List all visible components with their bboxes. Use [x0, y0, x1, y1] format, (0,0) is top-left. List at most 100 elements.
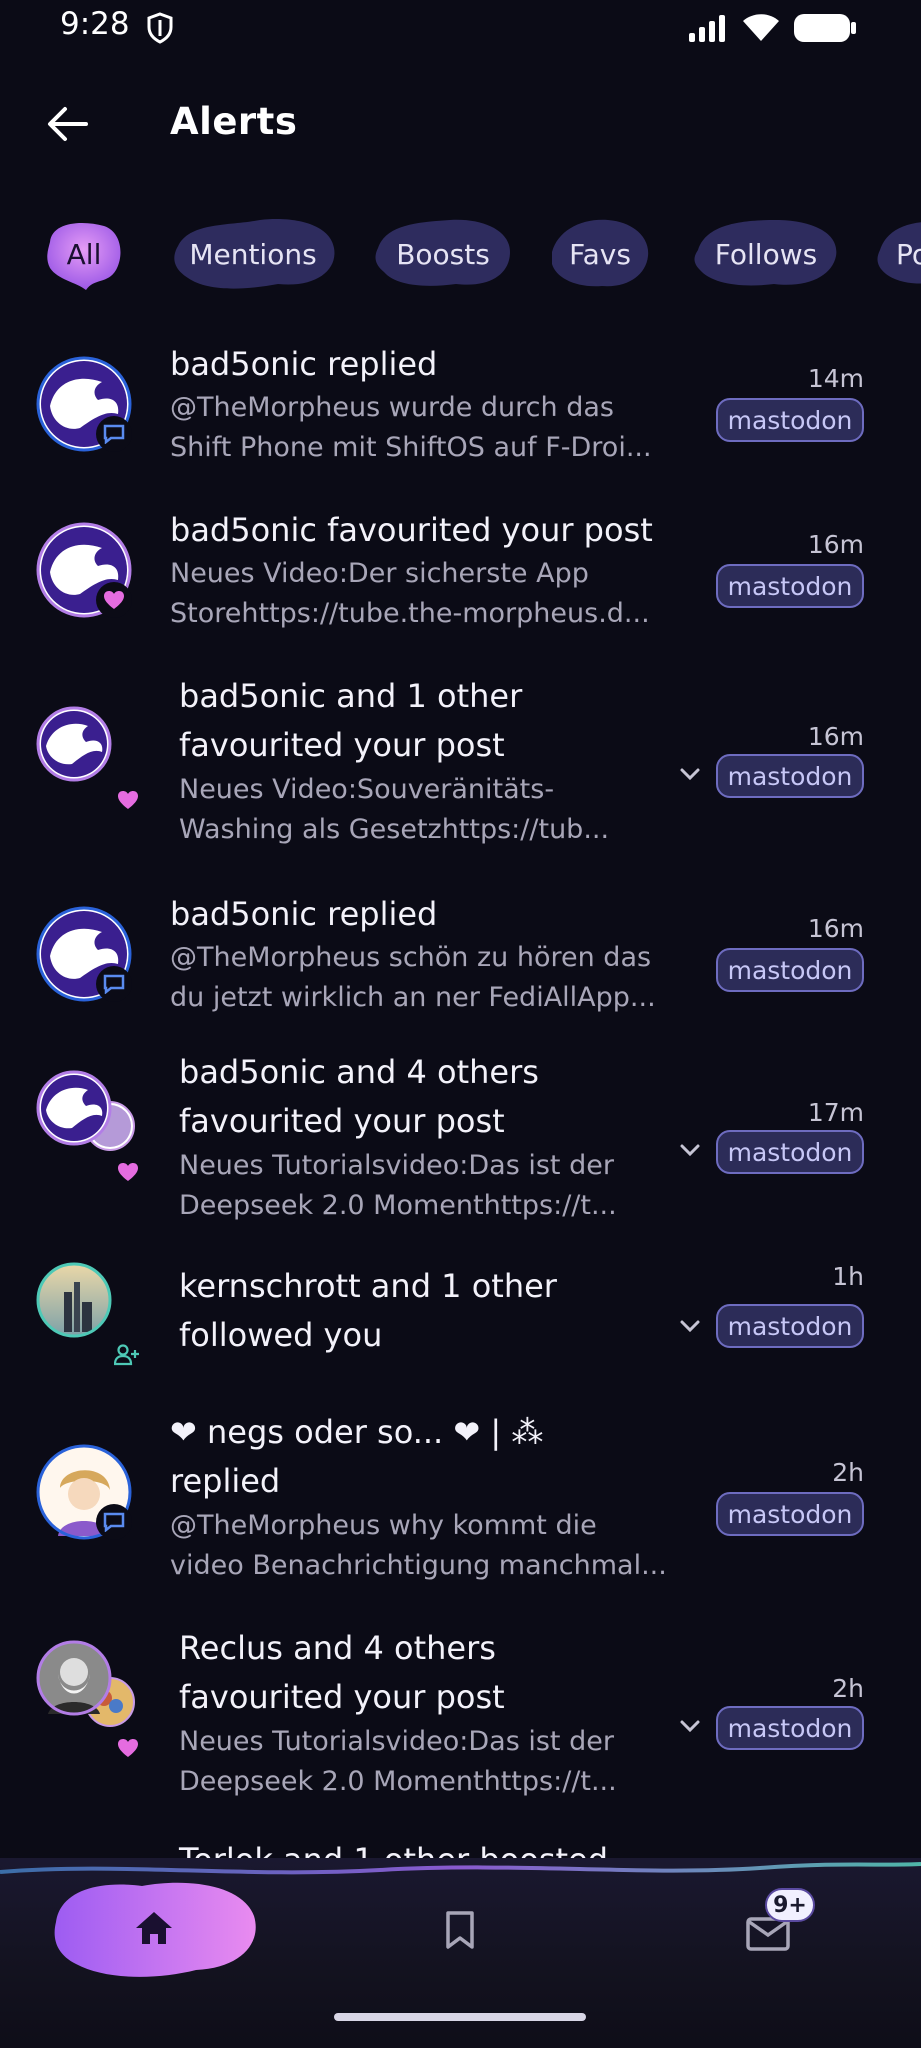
messages-badge: 9+ — [765, 1888, 815, 1922]
notification-time: 17m — [807, 1098, 864, 1127]
notification-title: kernschrott and 1 other — [179, 1267, 557, 1305]
filter-chip-boosts[interactable]: Boosts — [372, 212, 514, 296]
expand-chevron-icon[interactable] — [674, 1310, 706, 1342]
heart-icon — [114, 1158, 142, 1186]
notification-preview: Neues Tutorialsvideo:Das ist der — [179, 1726, 614, 1757]
nav-bookmarks[interactable] — [420, 1894, 500, 1966]
filter-chip-follows[interactable]: Follows — [690, 212, 842, 296]
notification-item[interactable]: kernschrott and 1 other followed you 1h … — [0, 1262, 921, 1392]
platform-badge[interactable]: mastodon — [716, 754, 864, 798]
notification-preview: @TheMorpheus why kommt die — [170, 1510, 597, 1541]
heart-icon — [114, 1734, 142, 1762]
notification-preview: du jetzt wirklich an ner FediAllApp... — [170, 982, 656, 1013]
filter-chip-favs[interactable]: Favs — [546, 212, 654, 296]
notification-title: bad5onic replied — [170, 895, 438, 933]
filter-chip-label: Boosts — [396, 237, 490, 271]
home-icon — [136, 1912, 172, 1944]
platform-badge[interactable]: mastodon — [716, 948, 864, 992]
filter-chip-polls[interactable]: Po — [874, 212, 921, 296]
notification-preview: Washing als Gesetzhttps://tub... — [179, 814, 610, 845]
notification-preview: Deepseek 2.0 Momenthttps://t... — [179, 1190, 617, 1221]
notification-item[interactable]: ❤ negs oder so... ❤ | ⁂ replied @TheMorp… — [0, 1408, 921, 1608]
notification-preview: Neues Video:Der sicherste App — [170, 558, 589, 589]
platform-badge[interactable]: mastodon — [716, 1304, 864, 1348]
notification-time: 1h — [832, 1262, 864, 1291]
person-add-icon — [112, 1342, 142, 1368]
heart-icon — [96, 582, 132, 618]
reply-icon — [96, 1504, 132, 1540]
platform-badge[interactable]: mastodon — [716, 1706, 864, 1750]
bookmark-icon — [446, 1911, 474, 1949]
notification-preview: @TheMorpheus schön zu hören das — [170, 942, 652, 973]
status-bar: 9:28 — [0, 0, 921, 56]
notification-item[interactable]: Torlok and 1 other boosted — [0, 1836, 921, 1860]
notification-title: followed you — [179, 1316, 383, 1354]
notification-preview: Shift Phone mit ShiftOS auf F-Droi... — [170, 432, 652, 463]
notification-title: favourited your post — [179, 726, 505, 764]
signal-icon — [687, 13, 729, 47]
home-indicator[interactable] — [334, 2013, 586, 2021]
status-time: 9:28 — [60, 6, 130, 42]
notification-title: Torlok and 1 other boosted — [179, 1841, 609, 1860]
wifi-icon — [741, 13, 781, 47]
filter-chip-label: Follows — [714, 237, 818, 271]
avatar — [36, 1640, 112, 1716]
filter-chip-mentions[interactable]: Mentions — [168, 212, 338, 296]
platform-badge[interactable]: mastodon — [716, 1492, 864, 1536]
expand-chevron-icon[interactable] — [674, 1710, 706, 1742]
notification-time: 16m — [807, 530, 864, 559]
expand-chevron-icon[interactable] — [674, 1134, 706, 1166]
platform-badge[interactable]: mastodon — [716, 1130, 864, 1174]
notification-preview: Storehttps://tube.the-morpheus.d... — [170, 598, 650, 629]
nav-home[interactable] — [46, 1872, 262, 1984]
notification-preview: Deepseek 2.0 Momenthttps://t... — [179, 1766, 617, 1797]
filter-chip-label: Mentions — [189, 237, 317, 271]
notification-time: 2h — [832, 1458, 864, 1487]
notification-title: bad5onic favourited your post — [170, 511, 653, 549]
expand-chevron-icon[interactable] — [674, 758, 706, 790]
notification-time: 2h — [832, 1674, 864, 1703]
avatar — [36, 706, 112, 782]
notification-title: bad5onic and 1 other — [179, 677, 523, 715]
notification-time: 16m — [807, 914, 864, 943]
reply-icon — [96, 966, 132, 1002]
notification-title: bad5onic and 4 others — [179, 1053, 539, 1091]
notification-item[interactable]: bad5onic favourited your post Neues Vide… — [0, 496, 921, 656]
notification-title: favourited your post — [179, 1678, 505, 1716]
battery-icon — [793, 12, 857, 48]
platform-badge[interactable]: mastodon — [716, 398, 864, 442]
notification-time: 16m — [807, 722, 864, 751]
reply-icon — [96, 416, 132, 452]
notification-item[interactable]: bad5onic and 4 others favourited your po… — [0, 1048, 921, 1238]
notification-item[interactable]: bad5onic replied @TheMorpheus schön zu h… — [0, 880, 921, 1040]
back-button[interactable] — [38, 98, 96, 150]
shield-icon — [146, 12, 174, 48]
filter-chips: All Mentions Boosts Favs Follows Po — [0, 206, 921, 310]
arrow-left-icon — [48, 107, 88, 141]
app-header: Alerts — [0, 88, 921, 160]
heart-icon — [114, 786, 142, 814]
status-indicators — [687, 12, 857, 48]
notification-list: bad5onic replied @TheMorpheus wurde durc… — [0, 330, 921, 1860]
filter-chip-label: Po — [896, 237, 921, 271]
notification-title: ❤ negs oder so... ❤ | ⁂ — [170, 1413, 544, 1451]
notification-preview: video Benachrichtigung manchmal... — [170, 1550, 667, 1581]
notification-time: 14m — [807, 364, 864, 393]
notification-item[interactable]: bad5onic and 1 other favourited your pos… — [0, 666, 921, 856]
avatar — [36, 1262, 112, 1338]
filter-chip-all[interactable]: All — [42, 212, 126, 296]
notification-title: Reclus and 4 others — [179, 1629, 496, 1667]
notification-title: favourited your post — [179, 1102, 505, 1140]
notification-preview: @TheMorpheus wurde durch das — [170, 392, 614, 423]
notification-preview: Neues Video:Souveränitäts- — [179, 774, 555, 805]
notification-item[interactable]: bad5onic replied @TheMorpheus wurde durc… — [0, 330, 921, 490]
notification-title: replied — [170, 1462, 281, 1500]
filter-chip-label: All — [66, 237, 102, 271]
page-title: Alerts — [170, 100, 298, 143]
notification-preview: Neues Tutorialsvideo:Das ist der — [179, 1150, 614, 1181]
avatar — [36, 1070, 112, 1146]
mail-icon — [746, 1917, 790, 1951]
notification-item[interactable]: Reclus and 4 others favourited your post… — [0, 1624, 921, 1814]
notification-title: bad5onic replied — [170, 345, 438, 383]
platform-badge[interactable]: mastodon — [716, 564, 864, 608]
